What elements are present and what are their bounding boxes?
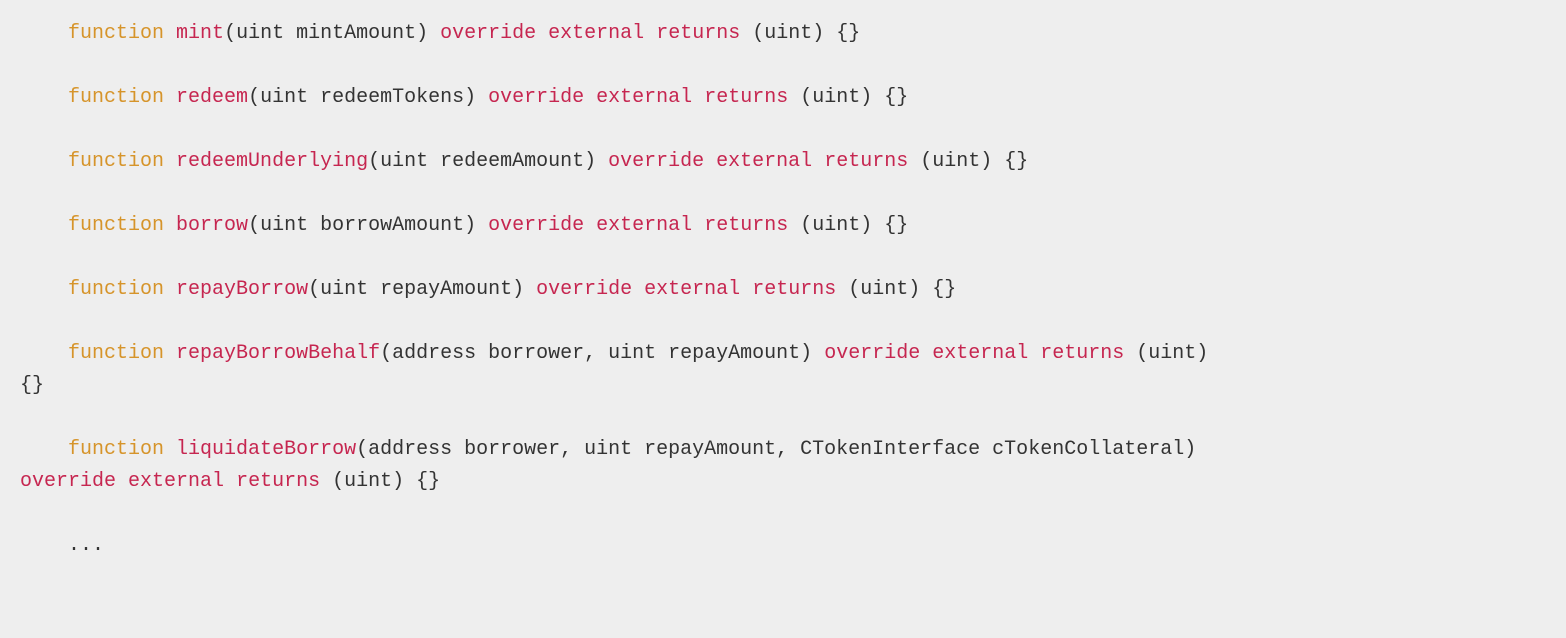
keyword-returns: returns [752,278,836,301]
return-type: (uint) [848,278,920,301]
keyword-override: override [536,278,632,301]
keyword-returns: returns [656,22,740,45]
keyword-override: override [608,150,704,173]
params: (address borrower, uint repayAmount, CTo… [356,438,1196,461]
params: (address borrower, uint repayAmount) [380,342,812,365]
indent [20,278,68,301]
return-type: (uint) [752,22,824,45]
blank-line [20,114,1546,146]
body: {} [884,86,908,109]
code-line: function liquidateBorrow(address borrowe… [20,438,1208,461]
return-type: (uint) [332,470,404,493]
code-block: function mint(uint mintAmount) override … [20,18,1546,562]
keyword-function: function [68,86,164,109]
indent [20,534,68,557]
body: {} [20,374,44,397]
keyword-external: external [128,470,224,493]
body: {} [884,214,908,237]
indent [20,438,68,461]
return-type: (uint) [800,214,872,237]
keyword-returns: returns [236,470,320,493]
body: {} [836,22,860,45]
params: (uint redeemAmount) [368,150,596,173]
indent [20,22,68,45]
keyword-returns: returns [704,86,788,109]
keyword-function: function [68,278,164,301]
code-line-wrap: override external returns (uint) {} [20,470,440,493]
keyword-function: function [68,214,164,237]
indent [20,342,68,365]
keyword-returns: returns [824,150,908,173]
keyword-external: external [716,150,812,173]
indent [20,150,68,173]
ellipsis: ... [68,534,104,557]
code-line: function redeemUnderlying(uint redeemAmo… [20,150,1028,173]
params: (uint mintAmount) [224,22,428,45]
function-name: borrow [176,214,248,237]
keyword-external: external [932,342,1028,365]
blank-line [20,306,1546,338]
keyword-override: override [824,342,920,365]
keyword-override: override [488,86,584,109]
function-name: redeemUnderlying [176,150,368,173]
params: (uint repayAmount) [308,278,524,301]
body: {} [932,278,956,301]
keyword-override: override [488,214,584,237]
keyword-function: function [68,342,164,365]
body: {} [416,470,440,493]
blank-line [20,242,1546,274]
indent [20,214,68,237]
keyword-external: external [644,278,740,301]
function-name: liquidateBorrow [176,438,356,461]
function-name: redeem [176,86,248,109]
params: (uint redeemTokens) [248,86,476,109]
return-type: (uint) [800,86,872,109]
indent [20,86,68,109]
code-line: function redeem(uint redeemTokens) overr… [20,86,908,109]
keyword-function: function [68,150,164,173]
keyword-override: override [20,470,116,493]
function-name: repayBorrow [176,278,308,301]
code-line-wrap: {} [20,374,44,397]
return-type: (uint) [920,150,992,173]
code-line: function repayBorrowBehalf(address borro… [20,342,1220,365]
keyword-external: external [548,22,644,45]
blank-line [20,178,1546,210]
keyword-function: function [68,438,164,461]
function-name: mint [176,22,224,45]
function-name: repayBorrowBehalf [176,342,380,365]
blank-line [20,50,1546,82]
keyword-returns: returns [704,214,788,237]
return-type: (uint) [1136,342,1208,365]
keyword-override: override [440,22,536,45]
code-line: function mint(uint mintAmount) override … [20,22,860,45]
blank-line [20,498,1546,530]
body: {} [1004,150,1028,173]
code-line: function borrow(uint borrowAmount) overr… [20,214,908,237]
code-line: ... [20,534,104,557]
blank-line [20,402,1546,434]
params: (uint borrowAmount) [248,214,476,237]
keyword-external: external [596,214,692,237]
code-line: function repayBorrow(uint repayAmount) o… [20,278,956,301]
keyword-returns: returns [1040,342,1124,365]
keyword-function: function [68,22,164,45]
keyword-external: external [596,86,692,109]
